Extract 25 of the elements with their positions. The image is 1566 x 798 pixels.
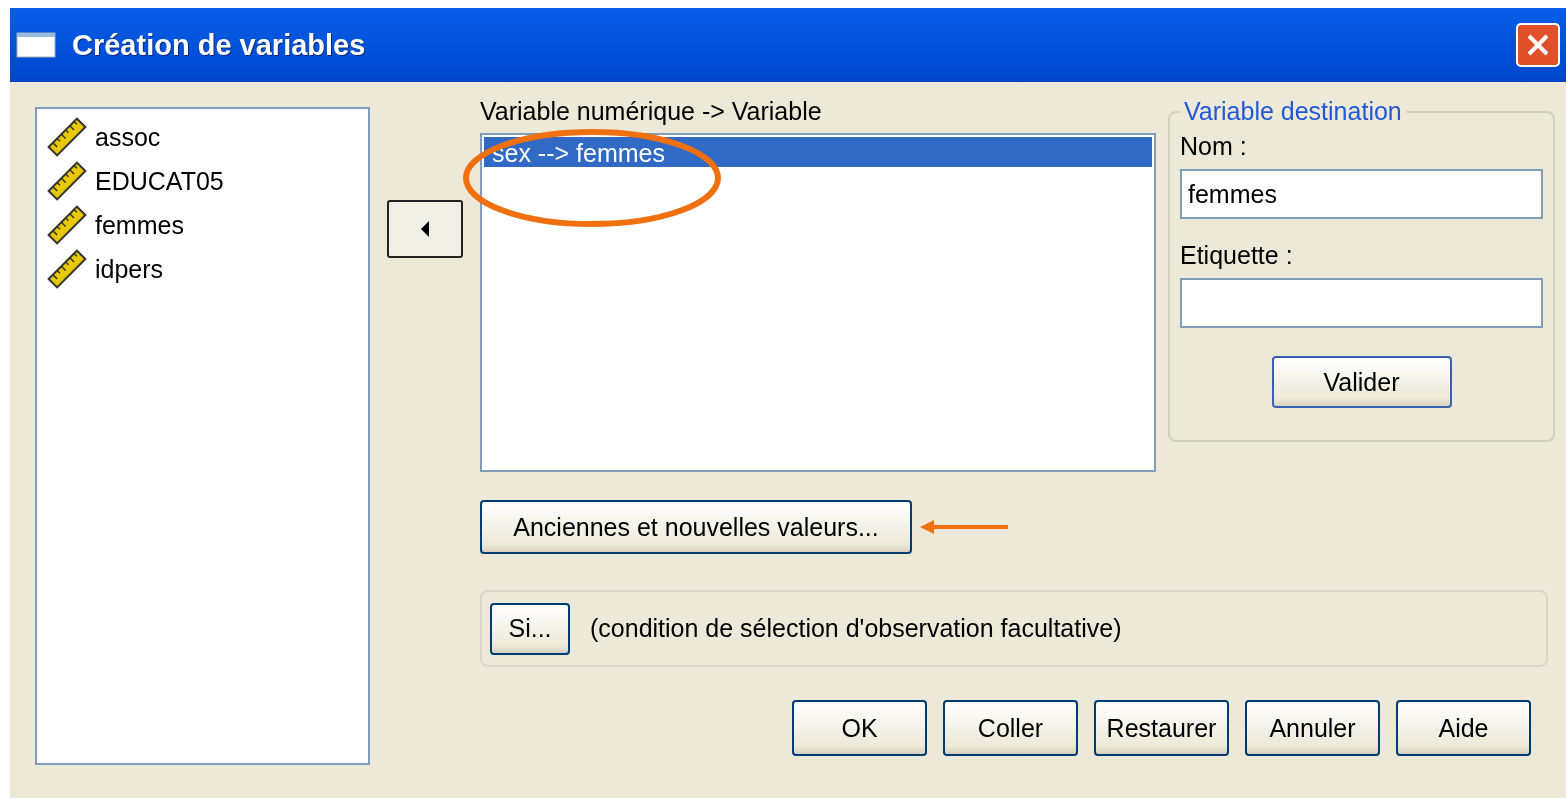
mapping-label: Variable numérique -> Variable [480, 97, 823, 127]
dialog-button[interactable]: Coller [943, 700, 1078, 756]
dialog-button[interactable]: Aide [1396, 700, 1531, 756]
validate-button[interactable]: Valider [1271, 356, 1452, 408]
name-label: Nom : [1180, 132, 1248, 161]
window-icon [16, 32, 56, 58]
values-button[interactable]: Anciennes et nouvelles valeurs... [480, 500, 912, 554]
window-title: Création de variables [72, 28, 367, 62]
dialog-button[interactable]: Restaurer [1094, 700, 1229, 756]
label-label: Etiquette : [1180, 241, 1294, 270]
dialog-button[interactable]: OK [792, 700, 927, 756]
variable-list[interactable]: assoc EDUCAT05 femmes idpers [35, 107, 370, 765]
group-legend: Variable destination [1180, 97, 1406, 126]
variable-item[interactable]: idpers [47, 247, 358, 291]
name-field[interactable]: femmes [1180, 169, 1543, 219]
condition-text: (condition de sélection d'observation facultative) [590, 614, 1122, 643]
if-button[interactable]: Si... [490, 602, 570, 655]
variable-item[interactable]: assoc [47, 115, 358, 159]
variable-item[interactable]: femmes [47, 203, 358, 247]
left-arrow-icon [419, 219, 431, 239]
move-button[interactable] [387, 200, 463, 258]
label-field[interactable] [1180, 278, 1543, 328]
close-button[interactable] [1516, 23, 1560, 67]
variable-item[interactable]: EDUCAT05 [47, 159, 358, 203]
dialog-button[interactable]: Annuler [1245, 700, 1380, 756]
